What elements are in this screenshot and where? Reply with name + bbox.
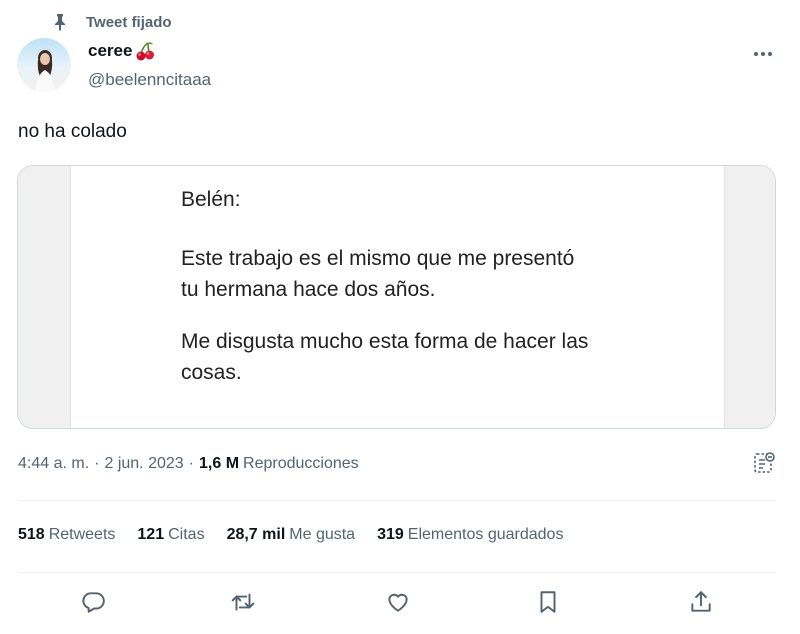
likes-count: 28,7 mil xyxy=(226,526,286,543)
separator-dot: · xyxy=(94,455,100,472)
media-line: tu hermana hace dos años. xyxy=(181,278,436,301)
media-image[interactable]: Belén: Este trabajo es el mismo que me p… xyxy=(17,165,776,429)
author-handle[interactable]: @beelenncitaaa xyxy=(88,70,211,90)
more-icon xyxy=(753,44,773,62)
media-line: Este trabajo es el mismo que me presentó xyxy=(181,247,575,270)
author-name[interactable]: ceree xyxy=(88,40,156,62)
bookmarks-label: Elementos guardados xyxy=(407,526,564,543)
like-icon xyxy=(385,589,411,620)
bookmark-button[interactable] xyxy=(530,586,566,622)
share-button[interactable] xyxy=(683,586,719,622)
likes-label: Me gusta xyxy=(289,526,356,543)
action-bar xyxy=(0,586,800,622)
media-border-right xyxy=(724,166,775,428)
tweet-text: no ha colado xyxy=(18,121,127,142)
analytics-button[interactable] xyxy=(751,451,777,480)
engagement-stats: 518 Retweets 121 Citas 28,7 mil Me gusta 31… xyxy=(18,526,585,544)
media-border-left xyxy=(18,166,71,428)
analytics-icon xyxy=(752,451,776,480)
quotes-count: 121 xyxy=(137,526,165,543)
tweet-metadata: 4:44 a. m. · 2 jun. 2023 · 1,6 M Reprodu… xyxy=(18,455,359,473)
retweets-stat[interactable]: 518 Retweets xyxy=(18,526,115,544)
author-name-text: ceree xyxy=(88,41,133,60)
like-button[interactable] xyxy=(380,586,416,622)
media-line: Me disgusta mucho esta forma de hacer la… xyxy=(181,330,589,353)
divider xyxy=(18,572,776,573)
pinned-indicator: Tweet fijado xyxy=(50,10,172,34)
separator-dot: · xyxy=(188,455,194,472)
media-line: cosas. xyxy=(181,361,242,384)
retweet-icon xyxy=(230,589,256,620)
reply-button[interactable] xyxy=(75,586,111,622)
quotes-stat[interactable]: 121 Citas xyxy=(137,526,204,544)
bookmark-icon xyxy=(535,589,561,620)
more-button[interactable] xyxy=(748,38,778,68)
reply-icon xyxy=(80,589,106,620)
avatar[interactable] xyxy=(17,38,71,92)
retweets-label: Retweets xyxy=(48,526,116,543)
views-label: Reproducciones xyxy=(243,455,359,472)
tweet-date[interactable]: 2 jun. 2023 xyxy=(104,455,183,473)
bookmarks-stat[interactable]: 319 Elementos guardados xyxy=(377,526,563,544)
divider xyxy=(18,500,776,501)
pin-icon xyxy=(50,12,70,32)
likes-stat[interactable]: 28,7 mil Me gusta xyxy=(227,526,356,544)
quotes-label: Citas xyxy=(168,526,205,543)
bookmarks-count: 319 xyxy=(377,526,404,543)
cherry-icon xyxy=(134,40,156,62)
views-count: 1,6 M xyxy=(199,455,240,472)
retweets-count: 518 xyxy=(18,526,45,543)
tweet-time[interactable]: 4:44 a. m. xyxy=(18,455,89,473)
media-text: Belén: Este trabajo es el mismo que me p… xyxy=(181,184,721,388)
share-icon xyxy=(688,589,714,620)
pinned-label: Tweet fijado xyxy=(86,13,172,31)
retweet-button[interactable] xyxy=(225,586,261,622)
media-greeting: Belén: xyxy=(181,188,241,211)
